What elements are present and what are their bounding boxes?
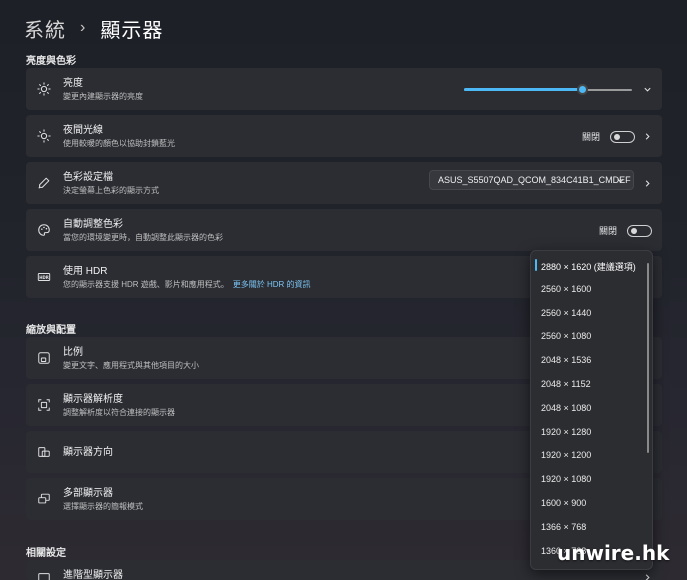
- resolution-option[interactable]: 1920 × 1080: [541, 474, 591, 484]
- section-title-brightness-color: 亮度與色彩: [26, 56, 76, 67]
- toggle-knob: [614, 133, 620, 140]
- resolution-option[interactable]: 2560 × 1440: [541, 308, 591, 318]
- multi-display-subtitle: 選擇顯示器的簡報模式: [63, 501, 143, 511]
- watermark: unwire.hk: [557, 541, 670, 565]
- resolution-title: 顯示器解析度: [63, 393, 123, 405]
- brightness-slider[interactable]: [464, 84, 632, 95]
- resolution-option[interactable]: 2048 × 1080: [541, 403, 591, 413]
- auto-color-subtitle: 當您的環境變更時，自動調整此顯示器的色彩: [63, 232, 223, 242]
- resolution-option[interactable]: 2048 × 1536: [541, 355, 591, 365]
- resolution-option[interactable]: 2560 × 1600: [541, 284, 591, 294]
- section-title-scale-layout: 縮放與配置: [26, 325, 76, 336]
- night-light-toggle[interactable]: [610, 130, 635, 143]
- svg-text:HDR: HDR: [39, 275, 49, 280]
- hdr-icon: HDR: [36, 269, 52, 285]
- brightness-title: 亮度: [63, 77, 83, 89]
- resolution-option[interactable]: 2048 × 1152: [541, 379, 591, 389]
- dropdown-scrollbar[interactable]: [647, 263, 649, 453]
- hdr-more-info-link[interactable]: 更多關於 HDR 的資訊: [233, 280, 311, 289]
- scale-title: 比例: [63, 346, 83, 358]
- multi-display-icon: [36, 491, 52, 507]
- resolution-dropdown[interactable]: 2880 × 1620 (建議選項) 2560 × 1600 2560 × 1440…: [530, 250, 653, 570]
- color-profile-card[interactable]: 色彩設定檔 決定螢幕上色彩的顯示方式 ASUS_S5507QAD_QCOM_83…: [26, 162, 662, 204]
- auto-color-toggle[interactable]: [627, 224, 652, 237]
- auto-color-toggle-group[interactable]: 關閉: [599, 224, 652, 237]
- scale-subtitle: 變更文字、應用程式與其他項目的大小: [63, 360, 199, 370]
- advanced-display-title: 進階型顯示器: [63, 570, 123, 580]
- resolution-option[interactable]: 2560 × 1080: [541, 331, 591, 341]
- breadcrumb-separator: ›: [80, 19, 87, 36]
- resolution-option[interactable]: 1920 × 1200: [541, 450, 591, 460]
- color-dropper-icon: [36, 175, 52, 191]
- breadcrumb-parent[interactable]: 系統: [24, 14, 66, 43]
- breadcrumb: 系統 › 顯示器: [24, 14, 163, 42]
- auto-color-title: 自動調整色彩: [63, 218, 123, 230]
- color-profile-title: 色彩設定檔: [63, 171, 113, 183]
- resolution-option[interactable]: 2880 × 1620 (建議選項): [541, 260, 636, 273]
- slider-fill: [464, 88, 582, 91]
- slider-thumb[interactable]: [576, 84, 588, 95]
- color-profile-select[interactable]: ASUS_S5507QAD_QCOM_834C41B1_CMDEF: [429, 170, 634, 190]
- auto-color-card[interactable]: 自動調整色彩 當您的環境變更時，自動調整此顯示器的色彩 關閉: [26, 209, 662, 251]
- chevron-right-icon[interactable]: [642, 572, 652, 580]
- palette-icon: [36, 222, 52, 238]
- chevron-down-icon[interactable]: [642, 84, 652, 94]
- night-light-icon: [36, 128, 52, 144]
- hdr-title: 使用 HDR: [63, 265, 108, 277]
- resolution-option[interactable]: 1920 × 1280: [541, 427, 591, 437]
- sun-icon: [36, 81, 52, 97]
- multi-display-title: 多部顯示器: [63, 487, 113, 499]
- resolution-icon: [36, 397, 52, 413]
- color-profile-selected: ASUS_S5507QAD_QCOM_834C41B1_CMDEF: [438, 175, 631, 185]
- hdr-subtitle: 您的顯示器支援 HDR 遊戲、影片和應用程式。 更多關於 HDR 的資訊: [63, 279, 311, 290]
- night-light-subtitle: 使用較暖的顏色以協助封鎖藍光: [63, 138, 175, 148]
- chevron-down-icon: [617, 178, 624, 183]
- night-light-state: 關閉: [581, 132, 600, 142]
- monitor-icon: [36, 570, 52, 580]
- color-profile-subtitle: 決定螢幕上色彩的顯示方式: [63, 185, 159, 195]
- orientation-title: 顯示器方向: [63, 446, 113, 458]
- night-light-title: 夜間光線: [63, 124, 103, 136]
- selection-indicator: [535, 259, 537, 271]
- scale-icon: [36, 350, 52, 366]
- page-title: 顯示器: [100, 19, 164, 42]
- resolution-option[interactable]: 1600 × 900: [541, 498, 586, 508]
- night-light-card[interactable]: 夜間光線 使用較暖的顏色以協助封鎖藍光 關閉: [26, 115, 662, 157]
- night-light-toggle-group[interactable]: 關閉: [582, 130, 635, 143]
- hdr-description: 您的顯示器支援 HDR 遊戲、影片和應用程式。: [63, 279, 229, 289]
- chevron-right-icon[interactable]: [642, 178, 652, 188]
- brightness-subtitle: 變更內建顯示器的亮度: [63, 91, 143, 101]
- brightness-card[interactable]: 亮度 變更內建顯示器的亮度: [26, 68, 662, 110]
- chevron-right-icon[interactable]: [642, 131, 652, 141]
- toggle-knob: [631, 227, 637, 234]
- auto-color-state: 關閉: [598, 226, 617, 236]
- resolution-subtitle: 調整解析度以符合連接的顯示器: [63, 407, 175, 417]
- orientation-icon: [36, 444, 52, 460]
- resolution-option[interactable]: 1366 × 768: [541, 522, 586, 532]
- section-title-related: 相關設定: [26, 548, 66, 559]
